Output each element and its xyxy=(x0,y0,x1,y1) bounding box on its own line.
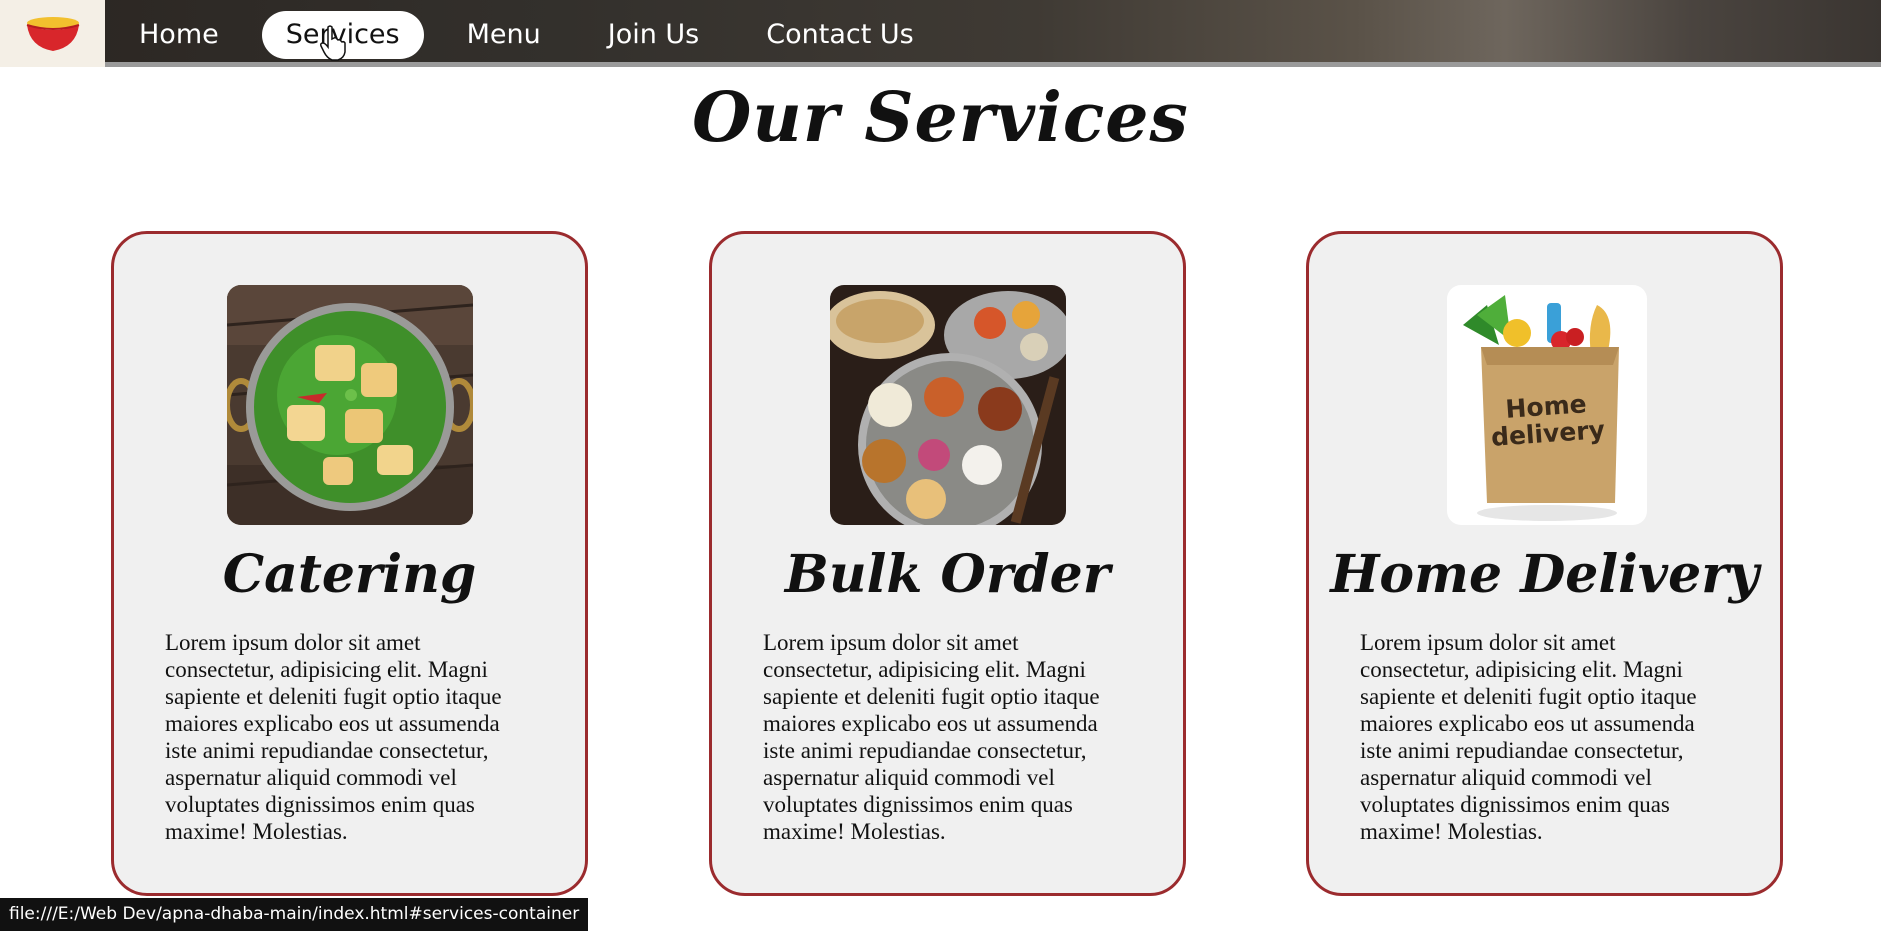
nav-link-home[interactable]: Home xyxy=(115,11,243,59)
card-title: Bulk Order xyxy=(784,544,1111,605)
site-logo[interactable] xyxy=(0,0,105,67)
card-title: Home Delivery xyxy=(1330,544,1759,605)
card-description: Lorem ipsum dolor sit amet consectetur, … xyxy=(1360,630,1697,844)
bag-label: Home delivery xyxy=(1490,389,1606,452)
home-delivery-image: Home delivery xyxy=(1447,285,1647,525)
bulk-order-image xyxy=(830,285,1066,525)
noodle-bowl-icon xyxy=(26,16,79,51)
card-description: Lorem ipsum dolor sit amet consectetur, … xyxy=(165,630,502,844)
nav-link-menu[interactable]: Menu xyxy=(443,11,565,59)
card-description: Lorem ipsum dolor sit amet consectetur, … xyxy=(763,630,1100,844)
service-card-catering: Catering Lorem ipsum dolor sit amet cons… xyxy=(111,231,588,896)
main-nav: Home Services Menu Join Us Contact Us xyxy=(115,11,957,59)
card-title: Catering xyxy=(222,544,477,605)
hand-pointer-cursor-icon xyxy=(320,25,346,61)
nav-link-join-us[interactable]: Join Us xyxy=(584,11,724,59)
navbar: Home Services Menu Join Us Contact Us xyxy=(0,0,1881,67)
browser-status-bar: file:///E:/Web Dev/apna-dhaba-main/index… xyxy=(0,898,589,931)
service-card-bulk-order: Bulk Order Lorem ipsum dolor sit amet co… xyxy=(709,231,1186,896)
nav-link-contact-us[interactable]: Contact Us xyxy=(742,11,937,59)
page-title: Our Services xyxy=(692,78,1189,158)
service-card-home-delivery: Home delivery Home Delivery Lorem ipsum … xyxy=(1306,231,1783,896)
catering-image xyxy=(227,285,473,525)
